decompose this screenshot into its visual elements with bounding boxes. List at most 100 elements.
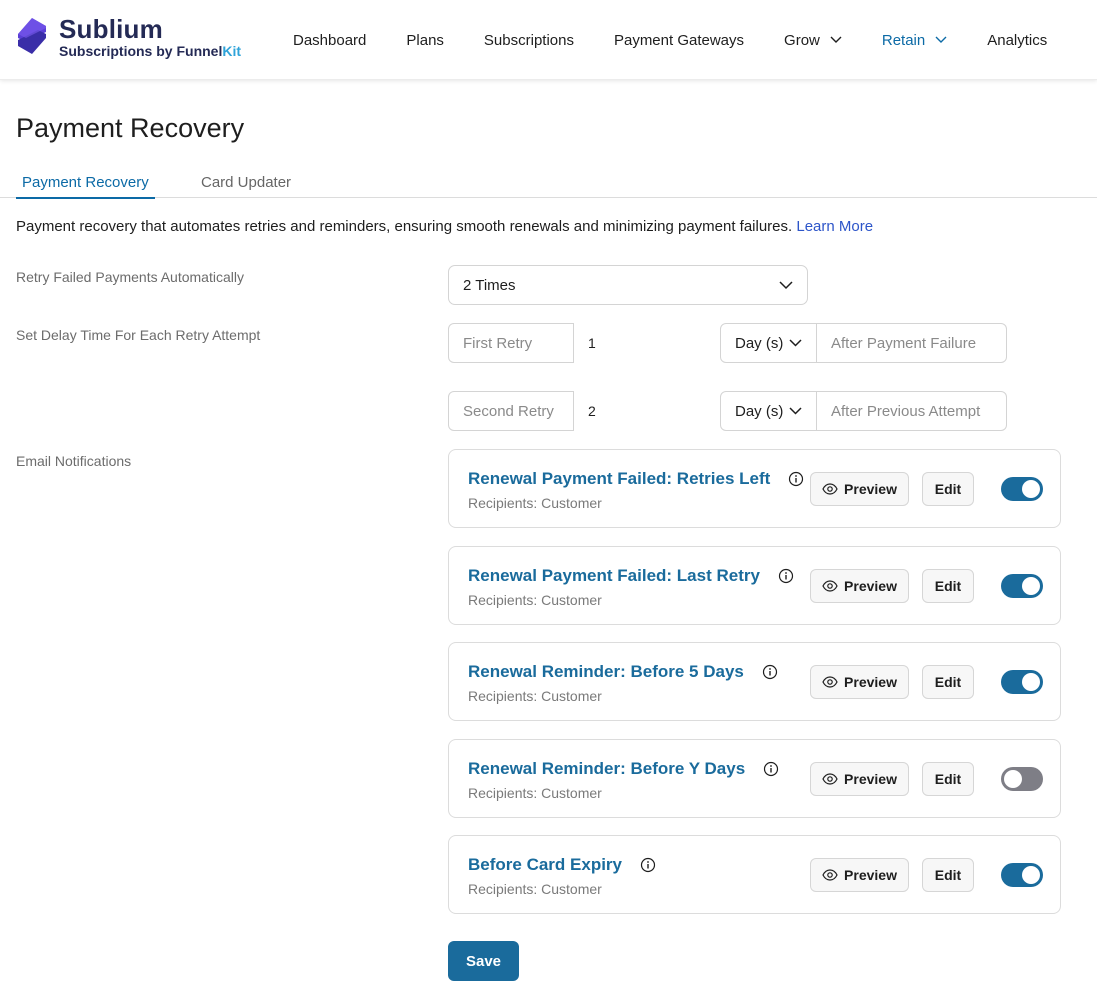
enable-toggle[interactable] — [1001, 477, 1043, 501]
nav-analytics[interactable]: Analytics — [987, 32, 1047, 49]
sublium-logo-icon[interactable] — [14, 16, 50, 56]
email-card-title-row: Renewal Payment Failed: Retries Left — [468, 469, 804, 489]
nav-plans-label: Plans — [406, 31, 444, 49]
nav-analytics-label: Analytics — [987, 31, 1048, 49]
edit-button[interactable]: Edit — [922, 665, 974, 699]
edit-button[interactable]: Edit — [922, 762, 974, 796]
first-retry-unit-value: Day (s) — [735, 334, 784, 352]
tab-payment-recovery[interactable]: Payment Recovery — [16, 174, 155, 199]
email-card: Renewal Payment Failed: Last Retry Recip… — [448, 546, 1061, 625]
first-retry-label: First Retry — [448, 323, 574, 363]
tab-card-updater[interactable]: Card Updater — [201, 174, 291, 191]
info-icon[interactable] — [762, 664, 778, 680]
second-retry-label: Second Retry — [448, 391, 574, 431]
preview-button-label: Preview — [844, 771, 897, 787]
email-card: Renewal Reminder: Before Y Days Recipien… — [448, 739, 1061, 818]
delay-label: Set Delay Time For Each Retry Attempt — [16, 327, 261, 343]
enable-toggle[interactable] — [1001, 670, 1043, 694]
nav-payment-gateways-label: Payment Gateways — [613, 31, 745, 49]
tab-bar: Payment Recovery Card Updater — [0, 166, 1097, 199]
brand-name[interactable]: Sublium — [59, 14, 163, 45]
toggle-knob — [1004, 770, 1022, 788]
email-card: Renewal Reminder: Before 5 Days Recipien… — [448, 642, 1061, 721]
preview-button[interactable]: Preview — [810, 665, 909, 699]
brand-tagline-prefix: Subscriptions by Funnel — [59, 43, 223, 59]
email-card-title[interactable]: Renewal Payment Failed: Retries Left — [468, 469, 770, 489]
nav-dashboard-label: Dashboard — [293, 31, 367, 49]
brand-tagline-suffix: Kit — [222, 43, 242, 59]
retry-count-value: 2 Times — [463, 276, 516, 294]
nav-grow[interactable]: Grow — [784, 32, 842, 49]
preview-button-label: Preview — [844, 674, 897, 690]
preview-button-label: Preview — [844, 867, 897, 883]
email-card-recipients: Recipients: Customer — [468, 592, 602, 608]
info-icon[interactable] — [788, 471, 804, 487]
email-card-title-row: Before Card Expiry — [468, 855, 656, 875]
eye-icon — [822, 869, 838, 881]
eye-icon — [822, 773, 838, 785]
enable-toggle[interactable] — [1001, 574, 1043, 598]
edit-button[interactable]: Edit — [922, 858, 974, 892]
edit-button[interactable]: Edit — [922, 569, 974, 603]
toggle-knob — [1022, 866, 1040, 884]
nav-grow-label: Grow — [784, 31, 820, 49]
chevron-down-icon — [830, 36, 842, 43]
second-retry-unit-select[interactable]: Day (s) — [720, 391, 817, 431]
info-icon[interactable] — [640, 857, 656, 873]
nav-payment-gateways[interactable]: Payment Gateways — [614, 32, 744, 49]
retry-label: Retry Failed Payments Automatically — [16, 269, 244, 285]
second-retry-after-label: After Previous Attempt — [817, 391, 1007, 431]
preview-button-label: Preview — [844, 578, 897, 594]
learn-more-link[interactable]: Learn More — [796, 218, 873, 235]
nav-subscriptions[interactable]: Subscriptions — [484, 32, 574, 49]
nav-retain[interactable]: Retain — [882, 32, 947, 49]
nav-subscriptions-label: Subscriptions — [483, 31, 574, 49]
email-card-recipients: Recipients: Customer — [468, 495, 602, 511]
preview-button-label: Preview — [844, 481, 897, 497]
email-card: Before Card Expiry Recipients: Customer … — [448, 835, 1061, 914]
preview-button[interactable]: Preview — [810, 858, 909, 892]
email-card-title[interactable]: Renewal Reminder: Before 5 Days — [468, 662, 744, 682]
first-retry-input[interactable]: 1 — [574, 323, 720, 363]
enable-toggle[interactable] — [1001, 767, 1043, 791]
email-card-title-row: Renewal Payment Failed: Last Retry — [468, 566, 794, 586]
toggle-knob — [1022, 577, 1040, 595]
chevron-down-icon — [789, 407, 802, 415]
nav-dashboard[interactable]: Dashboard — [293, 32, 366, 49]
top-header: Sublium Subscriptions by FunnelKit Dashb… — [0, 0, 1097, 80]
email-card-title-row: Renewal Reminder: Before 5 Days — [468, 662, 778, 682]
main-nav: Dashboard Plans Subscriptions Payment Ga… — [293, 0, 1087, 80]
preview-button[interactable]: Preview — [810, 569, 909, 603]
email-card-recipients: Recipients: Customer — [468, 881, 602, 897]
email-card-title[interactable]: Renewal Payment Failed: Last Retry — [468, 566, 760, 586]
page-title: Payment Recovery — [16, 113, 245, 143]
email-card: Renewal Payment Failed: Retries Left Rec… — [448, 449, 1061, 528]
toggle-knob — [1022, 480, 1040, 498]
brand-tagline: Subscriptions by FunnelKit — [59, 43, 241, 59]
first-retry-after-label: After Payment Failure — [817, 323, 1007, 363]
page-description: Payment recovery that automates retries … — [16, 218, 873, 235]
save-button[interactable]: Save — [448, 941, 519, 981]
email-card-recipients: Recipients: Customer — [468, 688, 602, 704]
nav-plans[interactable]: Plans — [406, 32, 444, 49]
preview-button[interactable]: Preview — [810, 762, 909, 796]
retry-count-select[interactable]: 2 Times — [448, 265, 808, 305]
second-retry-unit-value: Day (s) — [735, 402, 784, 420]
email-card-title-row: Renewal Reminder: Before Y Days — [468, 759, 779, 779]
edit-button[interactable]: Edit — [922, 472, 974, 506]
second-retry-input[interactable]: 2 — [574, 391, 720, 431]
chevron-down-icon — [779, 280, 793, 289]
description-text: Payment recovery that automates retries … — [16, 218, 793, 235]
email-card-title[interactable]: Before Card Expiry — [468, 855, 622, 875]
first-retry-unit-select[interactable]: Day (s) — [720, 323, 817, 363]
eye-icon — [822, 676, 838, 688]
info-icon[interactable] — [778, 568, 794, 584]
info-icon[interactable] — [763, 761, 779, 777]
email-card-title[interactable]: Renewal Reminder: Before Y Days — [468, 759, 745, 779]
nav-retain-label: Retain — [881, 31, 926, 49]
preview-button[interactable]: Preview — [810, 472, 909, 506]
enable-toggle[interactable] — [1001, 863, 1043, 887]
chevron-down-icon — [935, 36, 947, 43]
chevron-down-icon — [789, 339, 802, 347]
email-card-recipients: Recipients: Customer — [468, 785, 602, 801]
